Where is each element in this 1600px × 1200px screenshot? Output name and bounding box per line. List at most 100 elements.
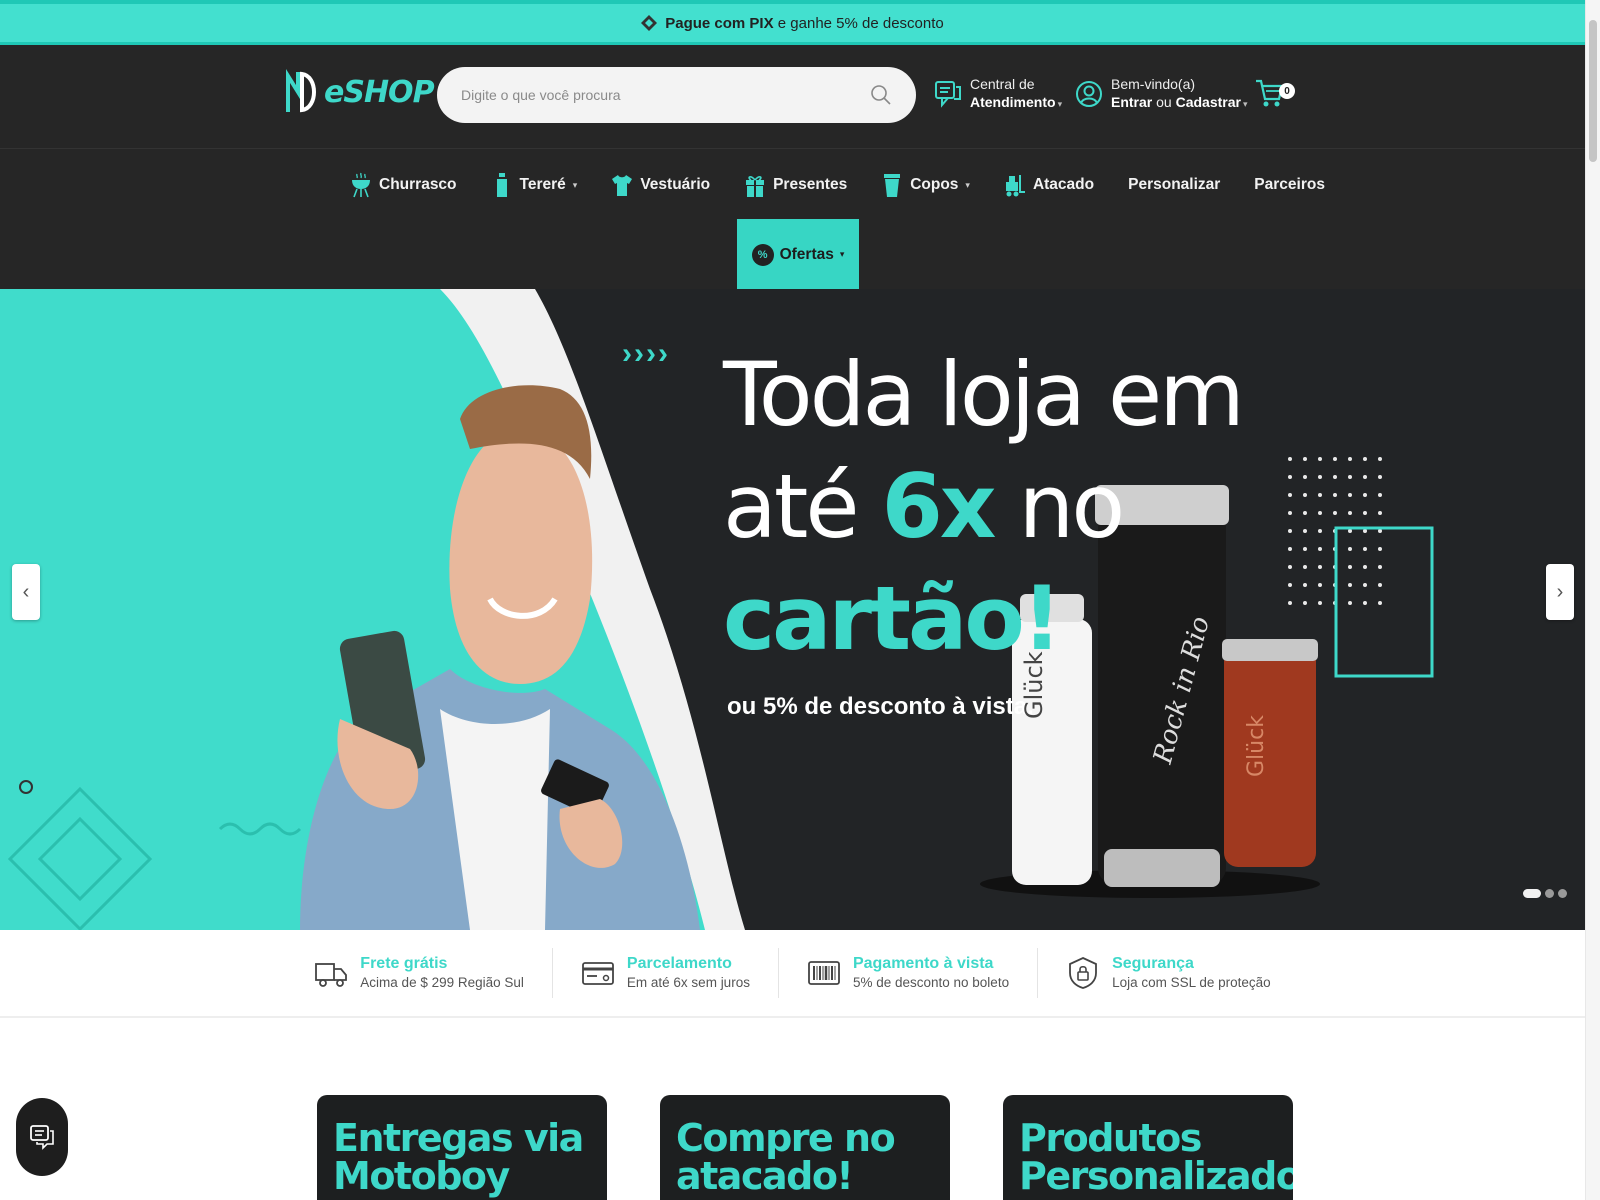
nav-item-copos[interactable]: Copos ▾ [881,167,970,203]
headline-6x: 6x [881,455,997,558]
feature-subtitle: 5% de desconto no boleto [852,975,1010,990]
nav-item-vestuario[interactable]: Vestuário [611,167,710,203]
percent-icon: % [751,243,774,266]
card-title-line2: Personalizados [1019,1154,1293,1198]
card-personalizados[interactable]: Produtos Personalizados [1003,1095,1293,1200]
feature-subtitle: Acima de $ 299 Região Sul [360,975,524,990]
hero-banner[interactable]: ›››› Toda loja em até 6x no cartão! ou 5… [0,289,1585,930]
gift-icon [746,176,765,197]
feature-security: Segurança Loja com SSL de proteção [1038,948,1299,998]
chevron-down-icon: ▾ [839,249,845,259]
feature-installments: Parcelamento Em até 6x sem juros [553,948,779,998]
headline-cartao: cartão! [723,567,1062,670]
feature-title: Frete grátis [360,955,448,972]
feature-subtitle: Loja com SSL de proteção [1112,975,1271,990]
headline-no: no [1018,455,1126,558]
scrollbar-thumb[interactable] [1589,20,1597,162]
site-header: eSHOP Central de Atendimento▾ [0,45,1585,148]
nav-item-presentes[interactable]: Presentes [744,167,847,203]
promo-text: e ganhe 5% de desconto [777,14,944,32]
credit-card-icon [582,962,614,985]
promo-strong: Pague com PIX [665,14,774,32]
chevron-down-icon: ▾ [965,179,970,190]
nav-label: Parceiros [1254,176,1325,193]
ofertas-label: Ofertas [779,245,834,263]
pix-icon [641,15,658,31]
feature-free-shipping: Frete grátis Acima de $ 299 Região Sul [286,948,553,998]
chevron-down-icon: ▾ [1242,99,1248,109]
features-bar: Frete grátis Acima de $ 299 Região Sul P… [0,930,1585,1018]
account-or: ou [1156,94,1172,110]
logo-text: eSHOP [324,74,435,110]
chat-support-icon [935,81,961,108]
grill-icon [352,172,370,198]
nav-item-terere[interactable]: Tereré ▾ [491,167,578,203]
support-menu[interactable]: Central de Atendimento ▾ [934,75,1062,113]
card-motoboy[interactable]: Entregas via Motoboy [317,1095,607,1200]
card-title: Compre no atacado! [676,1116,896,1195]
banner-subline: ou 5% de desconto à vista. [727,693,1034,720]
banner-headline: Toda loja em até 6x no cartão! [723,339,1245,675]
promo-bar[interactable]: Pague com PIX e ganhe 5% de desconto [0,0,1585,45]
slider-dots [1523,889,1567,898]
nav-item-ofertas[interactable]: % Ofertas ▾ [737,219,859,290]
logo-mark-icon [286,69,316,113]
chevron-down-icon: ▾ [572,179,578,190]
chevron-down-icon: ▾ [1057,99,1063,109]
chevron-left-icon: ‹ [22,580,30,603]
slider-dot-active[interactable] [1523,889,1541,898]
page: Pague com PIX e ganhe 5% de desconto eSH… [0,0,1600,1200]
cup-icon [884,174,901,197]
account-greeting: Bem-vindo(a) [1111,76,1196,92]
tshirt-icon [612,175,633,196]
truck-icon [315,963,348,987]
search-icon[interactable] [870,84,892,106]
search-input[interactable] [461,87,870,103]
nav-item-personalizar[interactable]: Personalizar [1128,167,1220,203]
support-line2: Atendimento [970,94,1056,110]
slider-dot[interactable] [1558,889,1567,898]
headline-ate: até [723,455,860,558]
support-line1: Central de [970,76,1035,92]
chat-button[interactable] [16,1098,68,1176]
cup-brand-left: Glück [1020,651,1048,719]
search-bar[interactable] [437,67,916,123]
category-nav: Churrasco Tereré ▾ Vestuário Presentes C… [0,148,1585,290]
chat-icon [30,1125,54,1150]
feature-subtitle: Em até 6x sem juros [626,975,750,990]
cart-button[interactable]: 0 [1255,77,1295,109]
feature-cash-payment: Pagamento à vista 5% de desconto no bole… [779,948,1039,998]
feature-title: Segurança [1112,955,1194,972]
slider-next-button[interactable]: › [1546,564,1574,620]
nav-label: Personalizar [1128,176,1221,193]
chevron-right-icon: › [1556,580,1564,603]
card-atacado[interactable]: Compre no atacado! [660,1095,950,1200]
login-link[interactable]: Entrar [1111,94,1152,110]
logo[interactable]: eSHOP [284,67,435,117]
scrollbar[interactable] [1585,0,1600,1200]
card-title: Entregas via Motoboy [333,1116,584,1198]
nav-item-atacado[interactable]: Atacado [1004,167,1094,203]
nav-row: Churrasco Tereré ▾ Vestuário Presentes C… [350,167,1325,203]
shield-lock-icon [1069,957,1097,989]
feature-title: Pagamento à vista [852,955,994,972]
nav-item-parceiros[interactable]: Parceiros [1254,167,1325,203]
nav-label: Tereré [519,176,566,193]
nav-label: Atacado [1032,176,1095,193]
bottle-icon [496,173,507,197]
nav-item-churrasco[interactable]: Churrasco [350,167,457,203]
card-title-line2: Motoboy [333,1154,510,1198]
cart-count-badge: 0 [1279,83,1295,99]
card-title-line1: Compre no [676,1116,896,1160]
cup-brand-right: Glück [1244,715,1269,777]
banner-arrows: ›››› [622,337,670,370]
slider-prev-button[interactable]: ‹ [12,564,40,620]
card-title-line1: Entregas via [333,1116,584,1160]
forklift-icon [1005,175,1025,197]
nav-label: Vestuário [640,176,711,193]
nav-label: Copos [910,176,959,193]
slider-dot[interactable] [1545,889,1554,898]
barcode-icon [808,961,840,985]
account-menu[interactable]: Bem-vindo(a) Entrar ou Cadastrar ▾ [1075,75,1248,113]
register-link[interactable]: Cadastrar [1176,94,1241,110]
